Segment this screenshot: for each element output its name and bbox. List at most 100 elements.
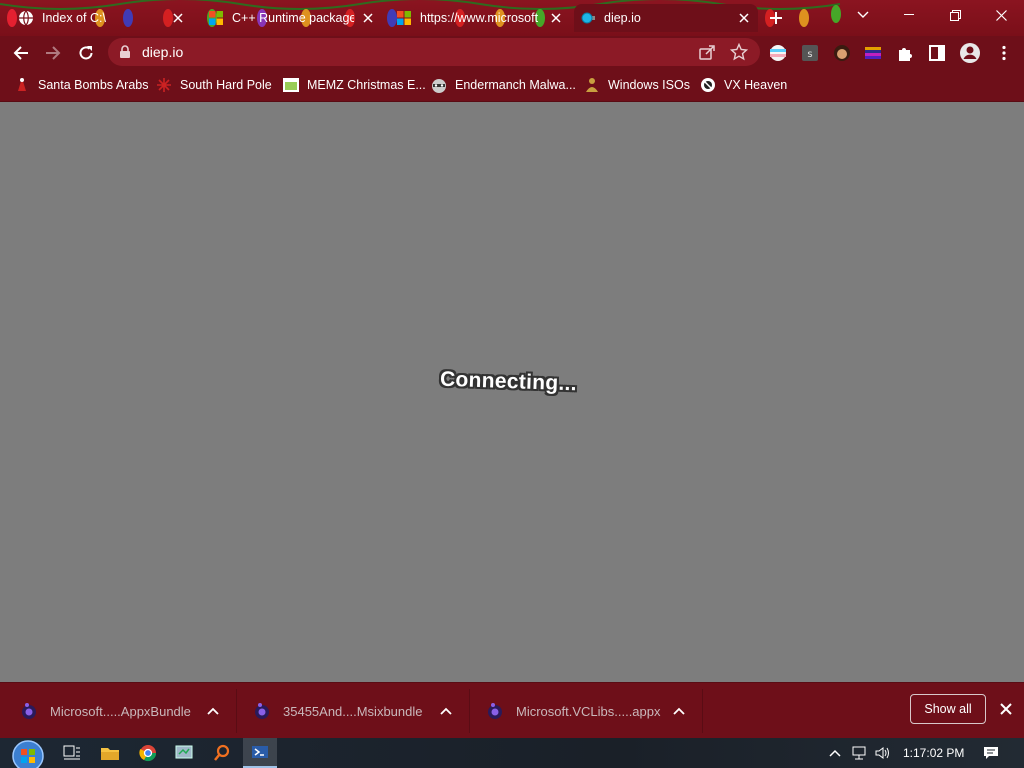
back-button[interactable] (8, 40, 34, 66)
close-window-button[interactable] (978, 0, 1024, 30)
bookmark-windows-isos[interactable]: Windows ISOs (584, 76, 690, 94)
chevron-up-icon[interactable] (206, 704, 220, 718)
bookmark-south-hard-pole[interactable]: South Hard Pole (156, 76, 272, 94)
package-file-icon (488, 703, 502, 719)
file-explorer-button[interactable] (98, 741, 122, 765)
microsoft-icon (208, 10, 224, 26)
download-separator (469, 689, 470, 733)
bookmark-memz-christmas[interactable]: MEMZ Christmas E... (283, 76, 426, 94)
browser-toolbar: diep.io s (0, 36, 1024, 69)
restore-icon (949, 9, 961, 21)
bookmark-vx-heaven[interactable]: VX Heaven (700, 76, 787, 94)
windows-taskbar: 1:17:02 PM (0, 738, 1024, 768)
chevron-up-icon[interactable] (672, 704, 686, 718)
bookmark-label: South Hard Pole (180, 78, 272, 92)
bookmark-label: MEMZ Christmas E... (307, 78, 426, 92)
chevron-up-icon[interactable] (439, 704, 453, 718)
vx-icon (700, 77, 716, 93)
rainbow-extension-icon[interactable] (864, 44, 882, 62)
snowflake-icon (156, 77, 172, 93)
search-app-button[interactable] (210, 741, 234, 765)
chevron-up-tray-icon[interactable] (827, 745, 843, 761)
tab-strip: Index of C:\ C++ Runtime package https:/… (0, 0, 1024, 36)
lock-icon[interactable] (118, 45, 132, 59)
tab-title: C++ Runtime package (232, 11, 354, 25)
page-content[interactable]: Connecting... (0, 102, 1024, 682)
powershell-button[interactable] (243, 738, 277, 768)
windows-orb-icon (12, 740, 44, 768)
tab-cpp-runtime[interactable]: C++ Runtime package (202, 4, 382, 32)
download-filename: Microsoft.VCLibs.....appx (516, 703, 661, 719)
address-bar[interactable]: diep.io (108, 38, 760, 66)
microsoft-icon (396, 10, 412, 26)
face-extension-icon[interactable] (833, 44, 851, 62)
bookmark-endermanch-malware[interactable]: Endermanch Malwa... (431, 76, 576, 94)
folder-icon (101, 748, 119, 760)
profile-avatar-icon[interactable] (959, 42, 981, 64)
minimize-icon (904, 14, 914, 15)
download-separator (236, 689, 237, 733)
tab-close-icon[interactable] (548, 10, 564, 26)
volume-icon[interactable] (874, 745, 890, 761)
search-icon (214, 744, 230, 761)
puzzle-extensions-icon[interactable] (896, 44, 914, 62)
connecting-status: Connecting... (439, 367, 578, 396)
package-file-icon (255, 703, 269, 719)
chrome-button[interactable] (136, 741, 160, 765)
reload-icon (79, 46, 93, 60)
clock[interactable]: 1:17:02 PM (903, 746, 964, 760)
share-icon[interactable] (698, 43, 716, 61)
side-panel-icon[interactable] (928, 44, 946, 62)
minimize-button[interactable] (886, 0, 932, 30)
bookmark-label: VX Heaven (724, 78, 788, 92)
buddha-icon (584, 77, 600, 93)
reload-button[interactable] (73, 40, 99, 66)
pride-flag-extension-icon[interactable] (769, 44, 787, 62)
notification-icon[interactable] (983, 745, 999, 761)
show-all-button[interactable]: Show all (910, 694, 986, 724)
download-shelf: Microsoft.....AppxBundle 35455And....Msi… (0, 682, 1024, 739)
package-file-icon (22, 703, 36, 719)
bookmark-label: Windows ISOs (608, 78, 690, 92)
forward-button[interactable] (40, 40, 66, 66)
task-view-icon (63, 745, 80, 760)
control-panel-button[interactable] (172, 741, 196, 765)
bookmark-santa-bombs-arabs[interactable]: Santa Bombs Arabs (14, 76, 148, 94)
arrow-right-icon (46, 46, 61, 60)
control-panel-icon (175, 745, 193, 759)
tab-close-icon[interactable] (736, 10, 752, 26)
start-button[interactable] (10, 738, 46, 768)
download-item[interactable]: Microsoft.....AppxBundle (20, 695, 230, 727)
tab-index-of-c[interactable]: Index of C:\ (12, 4, 192, 32)
download-filename: Microsoft.....AppxBundle (50, 703, 191, 719)
tab-microsoft[interactable]: https://www.microsoft (390, 4, 570, 32)
tab-close-icon[interactable] (360, 10, 376, 26)
svg-text:s: s (807, 49, 812, 60)
restore-button[interactable] (932, 0, 978, 30)
tab-title: Index of C:\ (42, 11, 106, 25)
kebab-menu-icon[interactable] (995, 44, 1013, 62)
bookmark-label: Endermanch Malwa... (455, 78, 576, 92)
raccoon-icon (431, 77, 447, 93)
url-text[interactable]: diep.io (142, 44, 183, 60)
close-shelf-icon[interactable] (998, 701, 1014, 717)
santa-icon (14, 77, 30, 93)
bookmarks-bar: Santa Bombs Arabs South Hard Pole MEMZ C… (0, 69, 1024, 102)
task-view-button[interactable] (60, 741, 84, 765)
tab-search-button[interactable] (840, 0, 886, 30)
globe-icon (18, 10, 34, 26)
network-icon[interactable] (851, 745, 867, 761)
download-separator (702, 689, 703, 733)
bookmark-star-icon[interactable] (730, 43, 748, 61)
diep-icon (580, 10, 596, 26)
chrome-icon (139, 745, 157, 762)
download-item[interactable]: 35455And....Msixbundle (253, 695, 463, 727)
download-item[interactable]: Microsoft.VCLibs.....appx (486, 695, 696, 727)
tab-diep-io[interactable]: diep.io (574, 4, 758, 32)
new-tab-button[interactable] (766, 8, 786, 28)
arrow-left-icon (13, 46, 28, 60)
powershell-icon (252, 746, 268, 758)
tab-title: https://www.microsoft (420, 11, 539, 25)
s-extension-icon[interactable]: s (801, 44, 819, 62)
tab-close-icon[interactable] (170, 10, 186, 26)
